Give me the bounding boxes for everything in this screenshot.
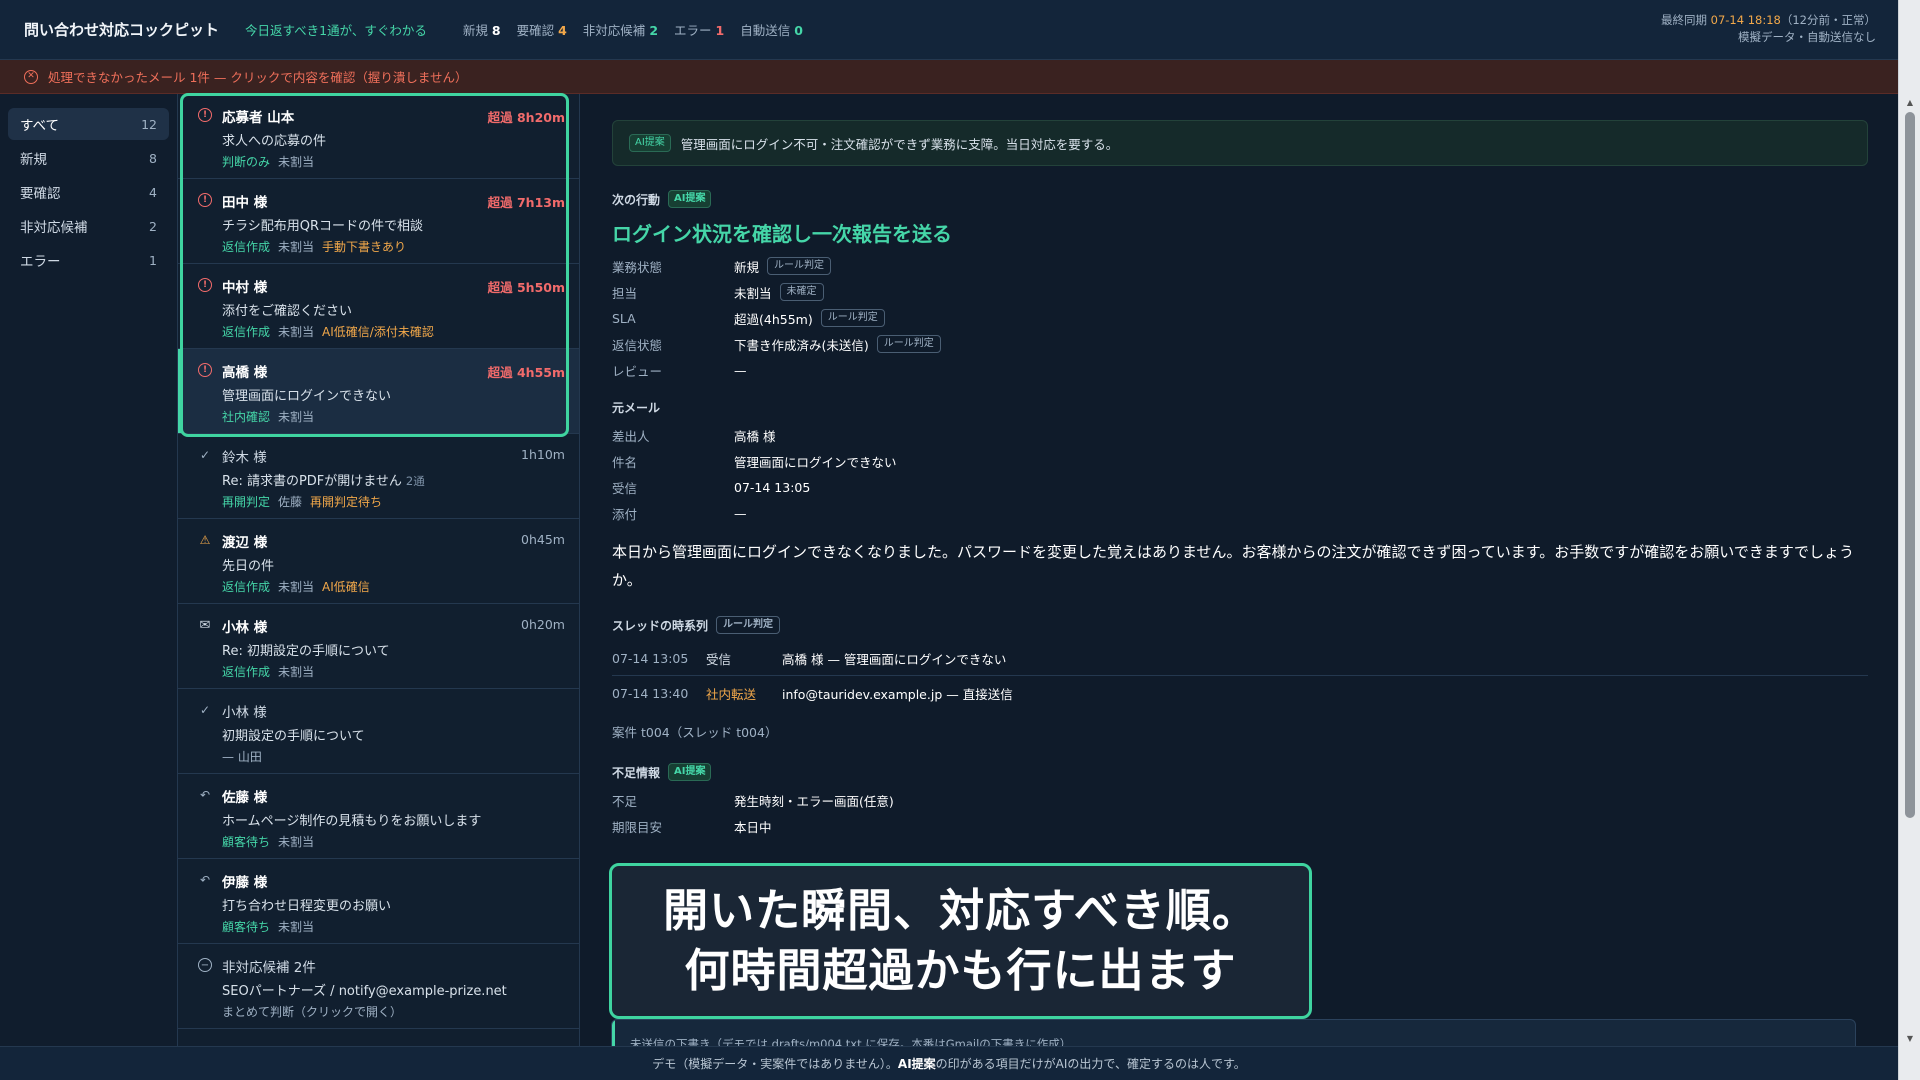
elapsed-time: 0h45m	[521, 532, 565, 547]
list-item[interactable]: ✉ 小林 様 0h20m Re: 初期設定の手順について 返信作成 未割当	[178, 604, 579, 689]
sidebar-item-new[interactable]: 新規 8	[8, 142, 169, 174]
list-item[interactable]: ✓ 鈴木 様 1h10m Re: 請求書のPDFが開けません 2通 再開判定 佐藤再…	[178, 434, 579, 519]
sidebar-item-all[interactable]: すべて 12	[8, 108, 169, 140]
list-item-selected[interactable]: ! 高橋 様 超過 4h55m 管理画面にログインできない 社内確認 未割当	[178, 349, 579, 434]
rule-badge: ルール判定	[820, 309, 885, 327]
list-item[interactable]: ✓ 小林 様 初期設定の手順について — 山田	[178, 689, 579, 774]
list-item[interactable]: ! 応募者 山本 超過 8h20m 求人への応募の件 判断のみ 未割当	[178, 94, 579, 179]
timeline-label: スレッドの時系列 ルール判定	[612, 616, 1868, 634]
ai-mark: AI提案	[897, 1057, 936, 1071]
sidebar: すべて 12 新規 8 要確認 4 非対応候補 2 エラー 1	[0, 94, 178, 1046]
draft-box[interactable]: 未送信の下書き（デモでは drafts/m004.txt に保存。本番はGmai…	[611, 1019, 1856, 1049]
check-icon: ✓	[199, 448, 211, 462]
ai-badge: AI提案	[629, 134, 671, 152]
rule-badge: ルール判定	[767, 257, 832, 275]
sidebar-item-non-target[interactable]: 非対応候補 2	[8, 210, 169, 242]
elapsed-time: 0h20m	[521, 617, 565, 632]
app-header: 問い合わせ対応コックピット 今日返すべき1通が、すぐわかる 新規 8 要確認 4 非…	[0, 0, 1898, 60]
count-non-target[interactable]: 非対応候補 2	[583, 20, 658, 39]
alert-circle-icon: !	[198, 108, 212, 122]
reply-icon: ↶	[199, 873, 211, 887]
reply-icon: ↶	[199, 788, 211, 802]
elapsed-time: 超過 5h50m	[487, 280, 565, 295]
alert-circle-icon: !	[198, 193, 212, 207]
page-scrollbar[interactable]: ▲ ▼	[1898, 0, 1920, 1080]
count-auto-send[interactable]: 自動送信 0	[740, 20, 803, 39]
scroll-up-arrow-icon[interactable]: ▲	[1899, 94, 1920, 110]
missing-info-label: 不足情報 AI提案	[612, 763, 1868, 781]
thread-timeline: 07-14 13:05 受信 高橋 様 — 管理画面にログインできない 07-14 …	[612, 642, 1868, 710]
elapsed-time: 超過 8h20m	[487, 110, 565, 125]
callout-line-1: 開いた瞬間、対応すべき順。	[663, 884, 1258, 937]
minus-circle-icon: −	[198, 958, 212, 972]
scroll-thumb[interactable]	[1905, 112, 1915, 818]
sync-status: 最終同期 07-14 18:18（12分前・正常） 模擬データ・自動送信なし	[1660, 13, 1876, 44]
elapsed-time: 1h10m	[521, 447, 565, 462]
message-list: ! 応募者 山本 超過 8h20m 求人への応募の件 判断のみ 未割当 ! 田中 …	[178, 94, 580, 1046]
sidebar-item-error[interactable]: エラー 1	[8, 244, 169, 276]
rule-badge: ルール判定	[876, 335, 941, 353]
check-icon: ✓	[199, 703, 211, 717]
missing-info-fields: 不足 発生時刻・エラー画面(任意) 期限目安 本日中	[612, 793, 894, 835]
sidebar-item-review[interactable]: 要確認 4	[8, 176, 169, 208]
error-banner[interactable]: ✕ 処理できなかったメール 1件 — クリックで内容を確認（握り潰しません）	[0, 60, 1898, 94]
error-banner-text: 処理できなかったメール 1件 — クリックで内容を確認（握り潰しません）	[48, 70, 468, 85]
sync-time: 07-14 18:18	[1710, 13, 1781, 27]
list-item[interactable]: ↶ 佐藤 様 ホームページ制作の見積もりをお願いします 顧客待ち 未割当	[178, 774, 579, 859]
case-id: 案件 t004（スレッド t004）	[612, 725, 778, 740]
callout-line-2: 何時間超過かも行に出ます	[684, 944, 1237, 997]
count-new[interactable]: 新規 8	[463, 20, 501, 39]
sync-sub: 模擬データ・自動送信なし	[1738, 30, 1876, 44]
list-item[interactable]: ⚠ 渡辺 様 0h45m 先日の件 返信作成 未割当 AI低確信	[178, 519, 579, 604]
rule-badge: ルール判定	[716, 616, 781, 634]
ai-summary-banner: AI提案 管理画面にログイン不可・注文確認ができず業務に支障。当日対応を要する。	[612, 120, 1868, 166]
warning-icon: ⚠	[199, 533, 211, 547]
footer-disclaimer: デモ（模擬データ・実案件ではありません）。 AI提案 の印がある項目だけがAIの出力…	[0, 1046, 1898, 1080]
app-title: 問い合わせ対応コックピット	[24, 21, 220, 39]
elapsed-time: 超過 4h55m	[487, 365, 565, 380]
mail-icon: ✉	[199, 617, 211, 633]
timeline-row: 07-14 13:40 社内転送 info@tauridev.example.jp …	[612, 685, 1013, 702]
unconfirmed-badge: 未確定	[779, 283, 824, 301]
list-item[interactable]: ! 田中 様 超過 7h13m チラシ配布用QRコードの件で相談 返信作成 未割当…	[178, 179, 579, 264]
alert-circle-icon: !	[198, 363, 212, 377]
ai-badge: AI提案	[668, 190, 712, 208]
next-action-label: 次の行動 AI提案	[612, 190, 1868, 208]
next-action-title: ログイン状況を確認し一次報告を送る	[612, 222, 952, 246]
list-item-non-target-group[interactable]: − 非対応候補 2件 SEOパートナーズ / notify@example-pr…	[178, 944, 579, 1029]
status-counts: 新規 8 要確認 4 非対応候補 2 エラー 1 自動送信 0	[463, 20, 803, 39]
alert-circle-icon: !	[198, 278, 212, 292]
count-review[interactable]: 要確認 4	[517, 20, 567, 39]
timeline-row: 07-14 13:05 受信 高橋 様 — 管理画面にログインできない	[612, 642, 1868, 676]
app-tagline: 今日返すべき1通が、すぐわかる	[245, 23, 427, 38]
mail-body: 本日から管理画面にログインできなくなりました。パスワードを変更した覚えはありませ…	[612, 543, 1855, 589]
ai-badge: AI提案	[668, 763, 712, 781]
list-item[interactable]: ↶ 伊藤 様 打ち合わせ日程変更のお願い 顧客待ち 未割当	[178, 859, 579, 944]
scroll-down-arrow-icon[interactable]: ▼	[1899, 1030, 1920, 1046]
status-fields: 業務状態 新規 ルール判定 担当 未割当 未確定 SLA 超過(4h55m) ルール判定 返…	[612, 253, 1868, 383]
list-item[interactable]: ! 中村 様 超過 5h50m 添付をご確認ください 返信作成 未割当 AI低確信/…	[178, 264, 579, 349]
original-mail-fields: 差出人 高橋 様 件名 管理画面にログインできない 受信 07-14 13:05 添付…	[612, 428, 897, 522]
count-error[interactable]: エラー 1	[674, 20, 724, 39]
elapsed-time: 超過 7h13m	[487, 195, 565, 210]
original-mail-label: 元メール	[612, 401, 661, 415]
thread-count: 2通	[405, 474, 425, 488]
callout-overlay: 開いた瞬間、対応すべき順。 何時間超過かも行に出ます	[609, 863, 1312, 1019]
ai-summary-text: 管理画面にログイン不可・注文確認ができず業務に支障。当日対応を要する。	[680, 136, 1119, 152]
error-circle-icon: ✕	[24, 69, 38, 84]
